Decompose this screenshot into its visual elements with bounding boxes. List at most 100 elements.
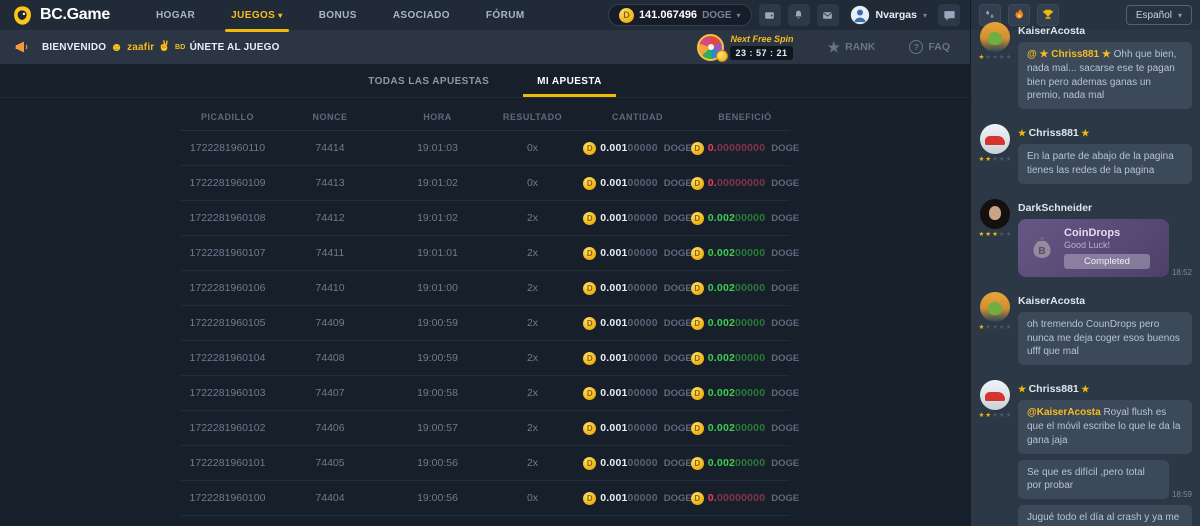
question-icon: ? — [909, 40, 923, 54]
nav-menu: HOGAR JUEGOS▾ BONUS ASOCIADO FÓRUM — [156, 0, 525, 30]
free-spin-widget[interactable]: Next Free Spin 23 : 57 : 21 — [697, 34, 793, 61]
chat-username[interactable]: KaiserAcosta — [1018, 295, 1192, 307]
doge-coin-icon: D — [691, 492, 704, 505]
column-header-result: RESULTADO — [490, 112, 575, 122]
amount-main: 0.001 — [600, 457, 627, 469]
money-bag-icon: B — [1028, 234, 1056, 262]
message-body: @ ★ Chriss881 ★ Ohh que bien, nada mal..… — [1018, 42, 1192, 109]
chat-message-gutter: ★★★★★ — [979, 292, 1011, 371]
doge-coin-icon: D — [583, 142, 596, 155]
welcome-bar-right: Next Free Spin 23 : 57 : 21 ★ RANK ? FAQ — [697, 34, 956, 61]
logo-text: BC.Game — [40, 6, 110, 24]
chat-username[interactable]: ★ Chriss881 ★ — [1018, 127, 1192, 139]
avatar[interactable] — [980, 124, 1010, 154]
chat-bubble: En la parte de abajo de la pagina tienes… — [1018, 144, 1192, 184]
coindrops-card[interactable]: B CoinDrops Good Luck! Completed — [1018, 219, 1169, 277]
tab-all-bets[interactable]: TODAS LAS APUESTAS — [368, 76, 489, 87]
amount-dim: 00000 — [628, 492, 658, 504]
rating-star-icon: ★ — [985, 232, 991, 239]
tab-my-bets[interactable]: MI APUESTA — [537, 76, 602, 87]
avatar[interactable] — [980, 22, 1010, 52]
wallet-button[interactable] — [759, 4, 781, 26]
notifications-button[interactable] — [788, 4, 810, 26]
cell-profit: D 0.00200000 DOGE — [700, 317, 790, 330]
svg-text:B: B — [1038, 246, 1045, 257]
cell-hash: 1722281960106 — [180, 282, 275, 294]
table-row[interactable]: 1722281960105 74409 19:00:59 2x D 0.0010… — [180, 306, 790, 341]
chat-username[interactable]: DarkSchneider — [1018, 202, 1192, 214]
table-row[interactable]: 1722281960108 74412 19:01:02 2x D 0.0010… — [180, 201, 790, 236]
table-row[interactable]: 1722281960110 74414 19:01:03 0x D 0.0010… — [180, 131, 790, 166]
amount-value: 0.00100000 — [600, 177, 657, 189]
balance-selector[interactable]: D 141.067496 DOGE ▾ — [608, 4, 752, 26]
user-rating: ★★★★★ — [978, 413, 1011, 420]
cell-hash: 1722281960101 — [180, 457, 275, 469]
doge-coin-icon: D — [583, 317, 596, 330]
user-menu[interactable]: Nvargas ▾ — [850, 5, 927, 25]
rating-star-icon: ★ — [985, 325, 991, 332]
cell-time: 19:00:58 — [385, 387, 490, 399]
nav-item-label: JUEGOS — [231, 10, 275, 21]
user-mention[interactable]: @ ★ Chriss881 ★ — [1027, 49, 1114, 60]
currency-label: DOGE — [664, 493, 692, 504]
amount-value: 0.00100000 — [600, 352, 657, 364]
rank-link[interactable]: ★ RANK — [828, 40, 876, 54]
faq-link[interactable]: ? FAQ — [909, 40, 950, 54]
doge-coin-icon: D — [583, 352, 596, 365]
gold-coin-icon — [716, 50, 728, 62]
profit-main: 0. — [708, 492, 717, 504]
coin-rain-icon — [983, 8, 997, 22]
bubble-row: Se que es difícil ,pero total por probar… — [1018, 460, 1192, 500]
cell-nonce: 74412 — [275, 212, 385, 224]
cell-nonce: 74414 — [275, 142, 385, 154]
username-label: Nvargas — [876, 9, 917, 21]
column-header-profit: BENEFICIÓ — [700, 112, 790, 122]
profit-dim: 00000 — [735, 422, 765, 434]
table-row[interactable]: 1722281960100 74404 19:00:56 0x D 0.0010… — [180, 481, 790, 516]
bets-tabs: TODAS LAS APUESTAS MI APUESTA — [0, 76, 970, 98]
amount-value: 0.00100000 — [600, 422, 657, 434]
currency-label: DOGE — [664, 283, 692, 294]
coindrops-info: CoinDrops Good Luck! Completed — [1064, 227, 1150, 269]
table-row[interactable]: 1722281960107 74411 19:01:01 2x D 0.0010… — [180, 236, 790, 271]
table-row[interactable]: 1722281960102 74406 19:00:57 2x D 0.0010… — [180, 411, 790, 446]
chat-bubble: @ ★ Chriss881 ★ Ohh que bien, nada mal..… — [1018, 42, 1192, 109]
profit-value: 0.00000000 — [708, 492, 766, 504]
amount-main: 0.001 — [600, 352, 627, 364]
rating-star-icon: ★ — [999, 157, 1005, 164]
table-row[interactable]: 1722281960104 74408 19:00:59 2x D 0.0010… — [180, 341, 790, 376]
chat-username[interactable]: ★ Chriss881 ★ — [1018, 383, 1192, 395]
avatar[interactable] — [980, 380, 1010, 410]
rating-star-icon: ★ — [992, 325, 998, 332]
table-row[interactable]: 1722281960103 74407 19:00:58 2x D 0.0010… — [180, 376, 790, 411]
chat-toggle-button[interactable] — [938, 4, 960, 26]
cell-nonce: 74411 — [275, 247, 385, 259]
cell-profit: D 0.00000000 DOGE — [700, 142, 790, 155]
nav-item-forum[interactable]: FÓRUM — [486, 0, 525, 30]
cell-hash: 1722281960109 — [180, 177, 275, 189]
profit-value: 0.00200000 — [708, 457, 765, 469]
star-icon: ★ — [828, 40, 841, 54]
nav-item-bonus[interactable]: BONUS — [319, 0, 357, 30]
nav-item-hogar[interactable]: HOGAR — [156, 0, 195, 30]
cell-nonce: 74413 — [275, 177, 385, 189]
chat-messages: ★★★★★ KaiserAcosta @ ★ Chriss881 ★ Ohh q… — [971, 22, 1200, 526]
completed-button[interactable]: Completed — [1064, 254, 1150, 269]
message-body: En la parte de abajo de la pagina tienes… — [1018, 144, 1192, 184]
chat-username[interactable]: KaiserAcosta — [1018, 25, 1192, 37]
avatar[interactable] — [980, 199, 1010, 229]
avatar[interactable] — [980, 292, 1010, 322]
nav-item-asociado[interactable]: ASOCIADO — [393, 0, 450, 30]
nav-item-juegos[interactable]: JUEGOS▾ — [231, 0, 283, 30]
coindrops-subtitle: Good Luck! — [1064, 240, 1150, 250]
messages-button[interactable] — [817, 4, 839, 26]
cell-hash: 1722281960105 — [180, 317, 275, 329]
table-row[interactable]: 1722281960101 74405 19:00:56 2x D 0.0010… — [180, 446, 790, 481]
cell-amount: D 0.00100000 DOGE — [575, 492, 700, 505]
logo[interactable]: BC.Game — [12, 5, 110, 26]
message-body: @KaiserAcosta Royal flush es que el móvi… — [1018, 400, 1192, 526]
table-row[interactable]: 1722281960106 74410 19:01:00 2x D 0.0010… — [180, 271, 790, 306]
amount-dim: 00000 — [628, 457, 658, 469]
table-row[interactable]: 1722281960109 74413 19:01:02 0x D 0.0010… — [180, 166, 790, 201]
user-mention[interactable]: @KaiserAcosta — [1027, 407, 1103, 418]
